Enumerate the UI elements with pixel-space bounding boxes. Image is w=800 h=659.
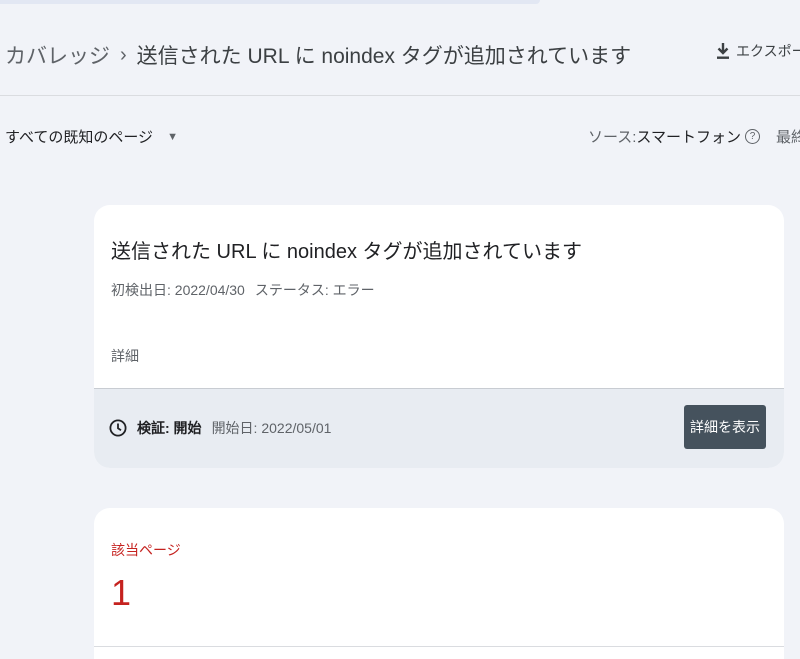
caret-down-icon: ▼ [167, 130, 178, 143]
page-title: 送信された URL に noindex タグが追加されています [136, 45, 632, 68]
source-info: ソース: スマートフォン ? 最終更新日 [588, 126, 800, 147]
download-icon [717, 43, 729, 59]
issue-meta: 初検出日: 2022/04/30 ステータス: エラー [111, 280, 375, 300]
affected-pages-card: 該当ページ 1 [94, 508, 784, 659]
issue-status: ステータス: エラー [254, 282, 375, 298]
toolbar: すべての既知のページ ▼ ソース: スマートフォン ? 最終更新日 [0, 120, 800, 152]
breadcrumb-separator: › [120, 43, 127, 66]
breadcrumb-coverage-link[interactable]: カバレッジ [5, 40, 110, 70]
affected-pages-count: 1 [111, 572, 132, 613]
clock-icon [109, 419, 127, 437]
affected-pages-label: 該当ページ [111, 542, 181, 558]
page-header: カバレッジ › 送信された URL に noindex タグが追加されています … [0, 0, 800, 96]
last-updated-label: 最終更新日 [775, 129, 800, 146]
page-filter-dropdown[interactable]: すべての既知のページ ▼ [5, 126, 178, 147]
help-circle-icon[interactable]: ? [744, 129, 760, 144]
page-filter-label: すべての既知のページ [5, 129, 154, 146]
issue-card: 送信された URL に noindex タグが追加されています 初検出日: 20… [94, 205, 784, 468]
source-label: ソース: [588, 129, 637, 146]
validation-footer: 検証: 開始 開始日: 2022/05/01 詳細を表示 [94, 388, 784, 468]
validation-start-date: 開始日: 2022/05/01 [211, 420, 332, 436]
validation-status: 検証: 開始 開始日: 2022/05/01 [109, 418, 331, 438]
show-details-button[interactable]: 詳細を表示 [684, 405, 766, 449]
source-value: スマートフォン [636, 129, 741, 146]
details-link[interactable]: 詳細 [111, 346, 139, 366]
first-detected: 初検出日: 2022/04/30 [111, 282, 245, 298]
export-label: エクスポー [736, 43, 800, 59]
issue-title: 送信された URL に noindex タグが追加されています [111, 241, 582, 263]
breadcrumb: カバレッジ › 送信された URL に noindex タグが追加されています [5, 40, 631, 70]
validation-label: 検証: 開始 [137, 420, 202, 436]
coverage-issue-page: カバレッジ › 送信された URL に noindex タグが追加されています … [0, 0, 800, 659]
export-button[interactable]: エクスポー [716, 41, 800, 61]
divider [94, 646, 784, 647]
